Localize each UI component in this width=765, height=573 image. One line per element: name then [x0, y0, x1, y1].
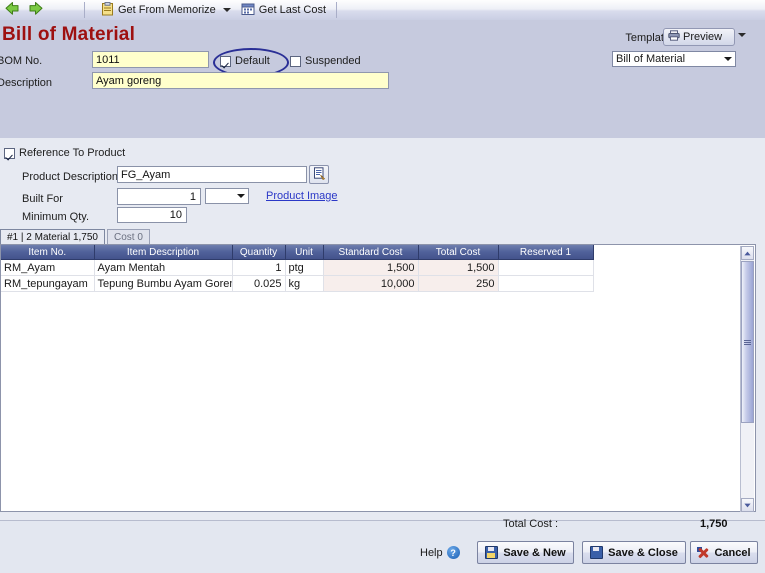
description-input[interactable] — [92, 72, 389, 89]
clipboard-icon — [101, 1, 114, 19]
column-header-item-description[interactable]: Item Description — [94, 245, 233, 260]
built-for-unit-select[interactable] — [205, 188, 249, 204]
default-checkbox-box[interactable] — [220, 55, 231, 67]
cancel-label: Cancel — [714, 546, 751, 559]
column-header-reserved-1[interactable]: Reserved 1 — [498, 245, 594, 260]
preview-dropdown-icon[interactable] — [738, 33, 746, 37]
page-title: Bill of Material — [2, 24, 136, 45]
product-lookup-button[interactable] — [309, 165, 329, 184]
table-row[interactable]: RM_Ayam Ayam Mentah 1 ptg 1,500 1,500 — [1, 259, 594, 276]
cell-unit[interactable]: kg — [285, 275, 324, 292]
bom-no-input[interactable] — [92, 51, 209, 68]
product-description-label: Product Description — [22, 171, 118, 183]
table-row[interactable]: RM_tepungayam Tepung Bumbu Ayam Goreng 0… — [1, 275, 594, 292]
save-and-new-button[interactable]: Save & New — [477, 541, 574, 564]
suspended-checkbox[interactable]: Suspended — [290, 55, 361, 67]
total-cost-value: 1,750 — [700, 518, 728, 530]
reference-to-product-checkbox[interactable]: Reference To Product — [4, 147, 125, 159]
template-select-chevron-down-icon[interactable] — [720, 52, 735, 66]
material-grid: Item No. Item Description Quantity Unit … — [0, 244, 756, 512]
save-and-close-button[interactable]: Save & Close — [582, 541, 686, 564]
column-header-standard-cost[interactable]: Standard Cost — [323, 245, 419, 260]
cell-quantity[interactable]: 1 — [232, 259, 286, 276]
cell-unit[interactable]: ptg — [285, 259, 324, 276]
column-header-total-cost[interactable]: Total Cost — [418, 245, 499, 260]
suspended-checkbox-box[interactable] — [290, 55, 301, 67]
toolbar-divider-1 — [84, 2, 85, 18]
cell-item-no[interactable]: RM_tepungayam — [1, 275, 95, 292]
default-checkbox[interactable]: Default — [220, 55, 270, 67]
built-for-input[interactable] — [117, 188, 201, 205]
help-button[interactable]: Help ? — [420, 546, 460, 559]
template-select-value: Bill of Material — [616, 53, 686, 65]
reference-to-product-checkbox-box[interactable] — [4, 147, 15, 159]
cell-standard-cost[interactable]: 1,500 — [323, 259, 419, 276]
cell-item-no[interactable]: RM_Ayam — [1, 259, 95, 276]
cancel-x-icon — [697, 546, 709, 559]
cell-total-cost[interactable]: 1,500 — [418, 259, 499, 276]
description-label: Description — [0, 77, 53, 89]
calendar-report-icon — [241, 2, 255, 19]
suspended-checkbox-label: Suspended — [305, 55, 361, 67]
get-from-memorize-label: Get From Memorize — [118, 4, 216, 16]
back-arrow-button[interactable] — [0, 0, 24, 20]
cell-total-cost[interactable]: 250 — [418, 275, 499, 292]
column-header-item-no[interactable]: Item No. — [1, 245, 95, 260]
get-last-cost-button[interactable]: Get Last Cost — [237, 0, 330, 20]
grid-header-row: Item No. Item Description Quantity Unit … — [1, 245, 594, 260]
cell-standard-cost[interactable]: 10,000 — [323, 275, 419, 292]
help-label: Help — [420, 546, 443, 559]
forward-arrow-button[interactable] — [24, 0, 48, 20]
toolbar-divider-2 — [336, 2, 338, 18]
get-from-memorize-button[interactable]: Get From Memorize — [97, 0, 220, 20]
cell-reserved-1[interactable] — [498, 259, 594, 276]
save-close-disk-icon — [590, 546, 604, 559]
built-for-label: Built For — [22, 193, 63, 205]
column-header-quantity[interactable]: Quantity — [232, 245, 286, 260]
grid-tabstrip: #1 | 2 Material 1,750 Cost 0 — [0, 229, 150, 244]
default-checkbox-label: Default — [235, 55, 270, 67]
save-and-close-label: Save & Close — [608, 546, 678, 559]
cell-item-description[interactable]: Tepung Bumbu Ayam Goreng — [94, 275, 233, 292]
total-cost-label: Total Cost : — [503, 518, 559, 530]
help-icon: ? — [446, 546, 460, 559]
scroll-down-button[interactable] — [741, 498, 754, 512]
cancel-button[interactable]: Cancel — [690, 541, 758, 564]
tab-cost[interactable]: Cost 0 — [107, 229, 150, 244]
cell-quantity[interactable]: 0.025 — [232, 275, 286, 292]
top-toolbar: Get From Memorize Get Last Cost — [0, 0, 765, 21]
scrollbar-thumb[interactable] — [741, 261, 754, 423]
column-header-unit[interactable]: Unit — [285, 245, 324, 260]
cell-item-description[interactable]: Ayam Mentah — [94, 259, 233, 276]
minimum-qty-label: Minimum Qty. — [22, 211, 90, 223]
bom-no-label: BOM No. — [0, 55, 43, 67]
printer-icon — [668, 30, 680, 44]
get-from-memorize-dropdown-icon[interactable] — [222, 8, 231, 12]
save-and-new-label: Save & New — [503, 546, 566, 559]
template-select[interactable]: Bill of Material — [612, 51, 736, 67]
material-grid-table: Item No. Item Description Quantity Unit … — [1, 245, 594, 292]
tab-material[interactable]: #1 | 2 Material 1,750 — [0, 229, 105, 244]
minimum-qty-input[interactable] — [117, 207, 187, 223]
product-description-input[interactable] — [117, 166, 307, 183]
reference-to-product-label: Reference To Product — [19, 147, 126, 159]
preview-button-label: Preview — [683, 31, 723, 43]
scrollbar-grip-icon — [744, 339, 751, 345]
product-image-link[interactable]: Product Image — [266, 190, 338, 202]
save-disk-icon — [485, 546, 499, 559]
forward-arrow-icon — [28, 1, 44, 19]
document-search-icon — [313, 166, 326, 183]
built-for-unit-chevron-down-icon[interactable] — [233, 189, 248, 203]
get-last-cost-label: Get Last Cost — [258, 4, 327, 16]
preview-button[interactable]: Preview — [663, 28, 735, 46]
grid-vertical-scrollbar[interactable] — [740, 246, 754, 512]
cell-reserved-1[interactable] — [498, 275, 594, 292]
back-arrow-icon — [4, 1, 20, 19]
scroll-up-button[interactable] — [741, 246, 754, 260]
